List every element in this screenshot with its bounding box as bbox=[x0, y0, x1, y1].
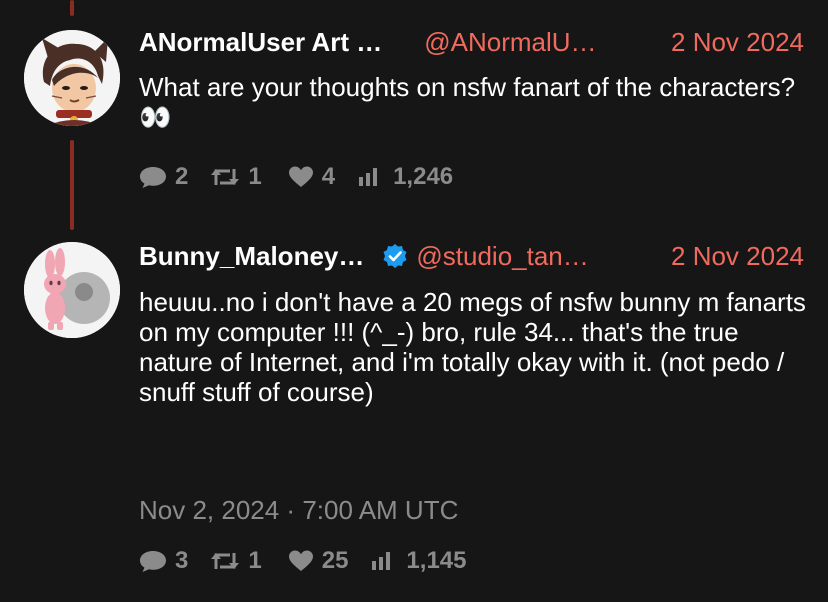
author-handle[interactable]: @ANormalU… bbox=[424, 27, 596, 58]
retweet-icon bbox=[211, 169, 240, 185]
tweet-stats: 2 1 4 1,246 bbox=[139, 162, 453, 192]
retweet-count: 1 bbox=[248, 163, 262, 190]
thread-line-top bbox=[70, 0, 74, 16]
tweet-text: heuuu..no i don't have a 20 megs of nsfw… bbox=[139, 287, 806, 407]
avatar-anormaluser[interactable] bbox=[24, 30, 120, 126]
tweet-date[interactable]: 2 Nov 2024 bbox=[671, 241, 804, 272]
author-name[interactable]: ANormalUser Art … bbox=[139, 27, 382, 58]
reply-button[interactable]: 2 bbox=[139, 163, 188, 191]
tweet-timestamp[interactable]: Nov 2, 2024 · 7:00 AM UTC bbox=[139, 495, 458, 526]
retweet-button[interactable]: 1 bbox=[210, 547, 262, 575]
tweet-header: Bunny_Maloney… @studio_tan… 2 Nov 2024 bbox=[139, 240, 804, 272]
view-count: 1,145 bbox=[406, 547, 467, 574]
tweet-stats: 3 1 25 1,145 bbox=[139, 546, 466, 576]
avatar-bunny-maloney[interactable] bbox=[24, 242, 120, 338]
bar-chart-icon bbox=[359, 168, 378, 186]
views-button[interactable]: 1,246 bbox=[357, 163, 453, 191]
bar-chart-icon bbox=[372, 552, 391, 570]
like-count: 25 bbox=[321, 547, 349, 574]
bunny-studio-logo-avatar-icon bbox=[24, 242, 120, 338]
views-button[interactable]: 1,145 bbox=[370, 547, 466, 575]
speech-bubble-icon bbox=[140, 551, 166, 572]
author-name[interactable]: Bunny_Maloney… bbox=[139, 241, 364, 272]
like-button[interactable]: 4 bbox=[288, 163, 335, 191]
heart-icon bbox=[288, 550, 313, 571]
like-button[interactable]: 25 bbox=[288, 547, 349, 575]
reply-count: 3 bbox=[175, 547, 189, 574]
retweet-count: 1 bbox=[248, 547, 262, 574]
tweet-date[interactable]: 2 Nov 2024 bbox=[671, 27, 804, 58]
reply-count: 2 bbox=[175, 163, 189, 190]
verified-badge-icon bbox=[382, 243, 408, 269]
author-handle[interactable]: @studio_tan… bbox=[416, 241, 588, 272]
like-count: 4 bbox=[321, 163, 336, 190]
view-count: 1,246 bbox=[393, 163, 454, 190]
speech-bubble-icon bbox=[140, 167, 166, 188]
cartoon-cat-avatar-icon bbox=[24, 30, 120, 126]
retweet-icon bbox=[211, 553, 240, 569]
tweet-text: What are your thoughts on nsfw fanart of… bbox=[139, 72, 796, 132]
thread-line-middle bbox=[70, 140, 74, 230]
reply-button[interactable]: 3 bbox=[139, 547, 188, 575]
heart-icon bbox=[288, 166, 313, 187]
retweet-button[interactable]: 1 bbox=[210, 163, 262, 191]
tweet-header: ANormalUser Art … @ANormalU… 2 Nov 2024 bbox=[139, 26, 804, 58]
